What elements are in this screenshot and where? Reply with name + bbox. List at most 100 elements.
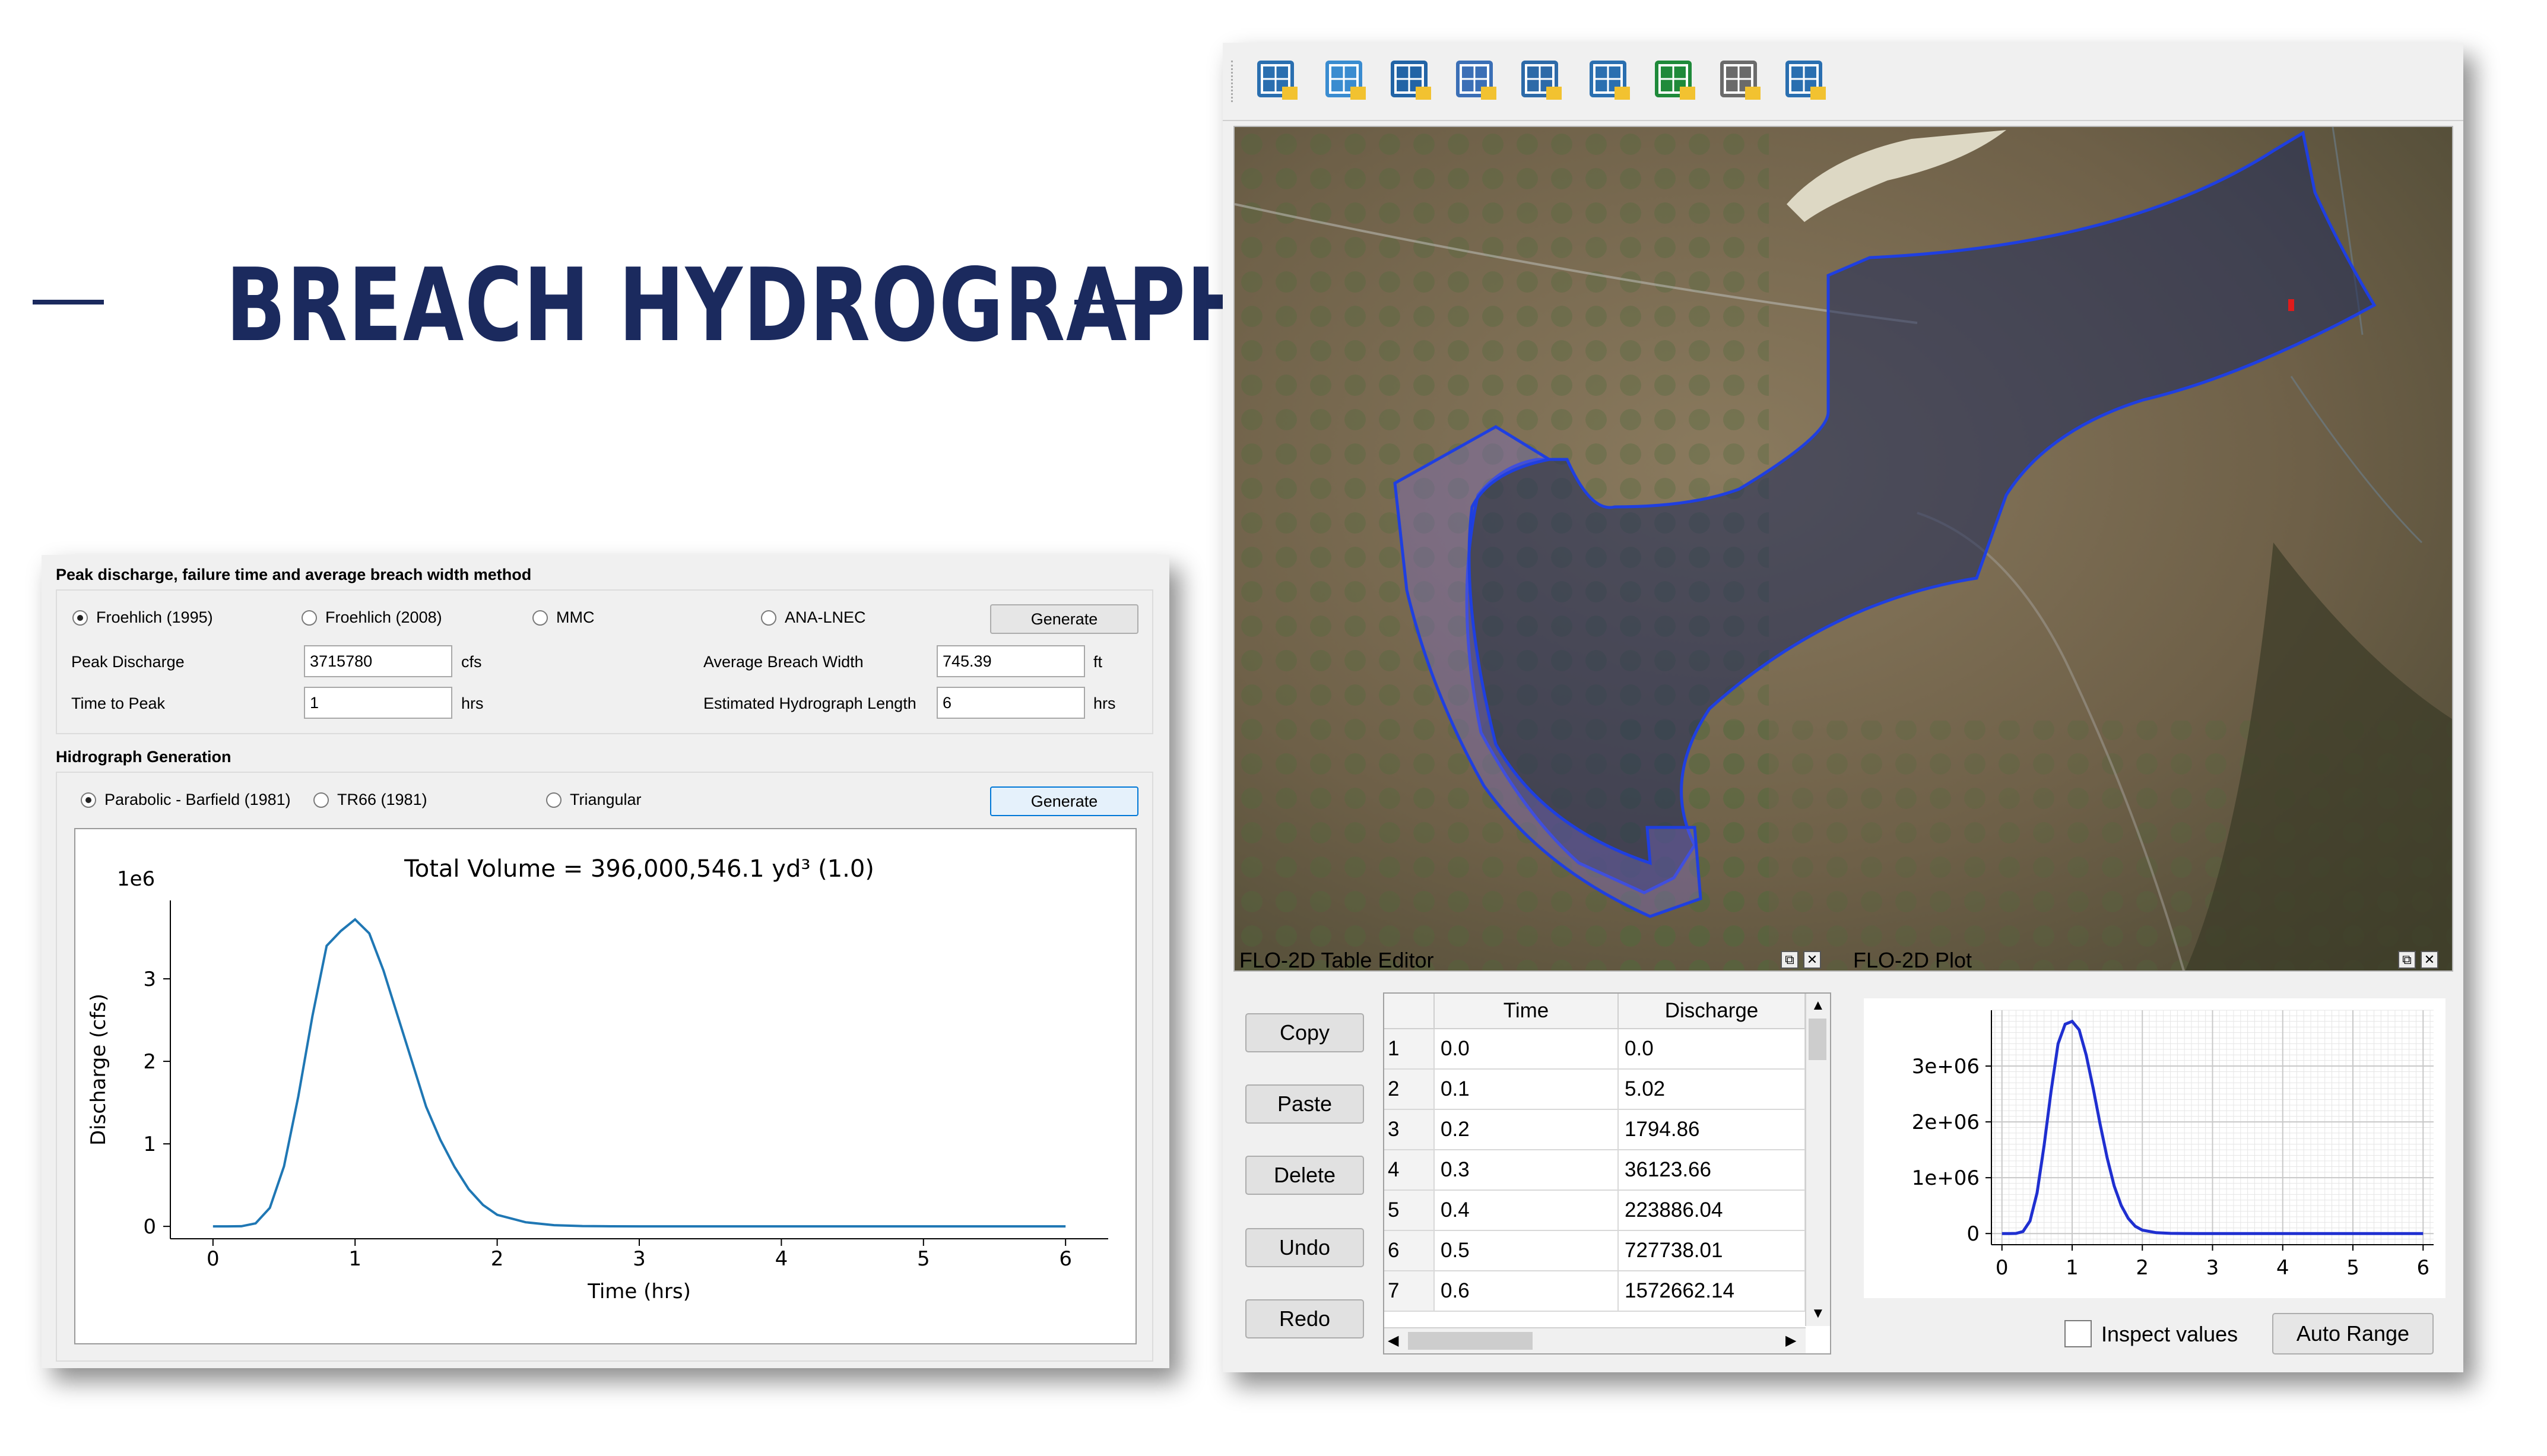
row-number: 4	[1384, 1150, 1435, 1191]
row-number: 6	[1384, 1231, 1435, 1271]
paste-button[interactable]: Paste	[1245, 1084, 1364, 1124]
y-tick-label: 2	[143, 1050, 156, 1074]
x-tick-label: 6	[2416, 1256, 2429, 1280]
time-cell[interactable]: 0.4	[1435, 1191, 1619, 1231]
time-cell[interactable]: 0.2	[1435, 1110, 1619, 1150]
radio-label: ANA-LNEC	[785, 608, 866, 626]
satellite-map-canvas[interactable]	[1233, 126, 2453, 972]
close-panel-icon[interactable]: ✕	[1803, 951, 1821, 969]
discharge-cell[interactable]: 36123.66	[1619, 1150, 1806, 1191]
table-row[interactable]: 1 0.0 0.0	[1384, 1029, 1806, 1070]
radio-label: TR66 (1981)	[337, 791, 427, 808]
table-row[interactable]: 6 0.5 727738.01	[1384, 1231, 1806, 1271]
table-editor-title: FLO-2D Table Editor	[1239, 948, 1434, 972]
y-tick-label: 2e+06	[1912, 1111, 1980, 1134]
row-number: 1	[1384, 1029, 1435, 1070]
toolbar-grip[interactable]	[1231, 61, 1239, 102]
grid-table-icon[interactable]	[1451, 55, 1502, 106]
qgis-window: FLO-2D Table Editor ⧉ ✕ Copy Paste Delet…	[1223, 43, 2463, 1372]
generate-hydrograph-button[interactable]: Generate	[990, 786, 1138, 816]
inspect-values-checkbox[interactable]	[2064, 1320, 2092, 1347]
breach-location-marker	[2288, 299, 2294, 311]
float-panel-icon[interactable]: ⧉	[2398, 951, 2416, 969]
row-number: 3	[1384, 1110, 1435, 1150]
flo2d-grid-icon[interactable]	[1252, 55, 1303, 106]
x-tick-label: 5	[2346, 1256, 2359, 1280]
scroll-down-arrow-icon[interactable]: ▼	[1811, 1305, 1825, 1322]
auto-range-button[interactable]: Auto Range	[2272, 1313, 2434, 1355]
time-cell[interactable]: 0.6	[1435, 1271, 1619, 1312]
radio-dot	[302, 610, 317, 626]
time-cell[interactable]: 0.5	[1435, 1231, 1619, 1271]
discharge-cell[interactable]: 5.02	[1619, 1070, 1806, 1110]
x-tick-label: 0	[1996, 1256, 2009, 1280]
x-tick-label: 5	[917, 1247, 930, 1271]
y-tick-label: 0	[1966, 1222, 1980, 1246]
est-hydro-length-input[interactable]: 6	[937, 687, 1085, 719]
vertical-scrollbar[interactable]: ▲ ▼	[1805, 994, 1830, 1326]
x-tick-label: 3	[633, 1247, 646, 1271]
table-row[interactable]: 4 0.3 36123.66	[1384, 1150, 1806, 1191]
discharge-cell[interactable]: 727738.01	[1619, 1231, 1806, 1271]
scroll-left-arrow-icon[interactable]: ◀	[1388, 1332, 1398, 1349]
radio-ana-lnec[interactable]: ANA-LNEC	[761, 608, 866, 627]
banner-title: BREACH HYDROGRAPH TOOL	[226, 247, 1523, 364]
flo2d-toolbar	[1223, 43, 2463, 121]
table-row[interactable]: 7 0.6 1572662.14	[1384, 1271, 1806, 1312]
scroll-up-arrow-icon[interactable]: ▲	[1811, 997, 1825, 1014]
x-tick-label: 1	[2066, 1256, 2079, 1280]
radio-tr66[interactable]: TR66 (1981)	[313, 791, 427, 809]
discharge-cell[interactable]: 223886.04	[1619, 1191, 1806, 1231]
profile-flag-icon[interactable]	[1650, 55, 1701, 106]
redo-button[interactable]: Redo	[1245, 1299, 1364, 1338]
close-panel-icon[interactable]: ✕	[2421, 951, 2438, 969]
flo2d-plot-area[interactable]: 0 1 2 3 4 5 6 0 1e+06 2e+06 3e+06	[1864, 998, 2445, 1298]
column-header-discharge[interactable]: Discharge	[1619, 994, 1806, 1029]
x-tick-label: 0	[207, 1247, 220, 1271]
copy-button[interactable]: Copy	[1245, 1013, 1364, 1052]
undo-button[interactable]: Undo	[1245, 1228, 1364, 1267]
y-axis-label: Discharge (cfs)	[87, 994, 110, 1146]
inspect-values-label: Inspect values	[2101, 1322, 2238, 1346]
flo2d-info-icon[interactable]	[1585, 55, 1636, 106]
time-to-peak-input[interactable]: 1	[304, 687, 452, 719]
x-tick-label: 6	[1059, 1247, 1072, 1271]
flo2d-info-globe-icon[interactable]	[1517, 55, 1568, 106]
generate-peak-button[interactable]: Generate	[990, 604, 1138, 634]
radio-froehlich-1995[interactable]: Froehlich (1995)	[72, 608, 213, 627]
time-to-peak-label: Time to Peak	[71, 694, 166, 712]
scroll-right-arrow-icon[interactable]: ▶	[1785, 1332, 1796, 1349]
time-cell[interactable]: 0.3	[1435, 1150, 1619, 1191]
delete-button[interactable]: Delete	[1245, 1156, 1364, 1195]
time-cell[interactable]: 0.1	[1435, 1070, 1619, 1110]
horizontal-scrollbar[interactable]: ◀ ▶	[1384, 1327, 1806, 1353]
row-number: 7	[1384, 1271, 1435, 1312]
flo2d-help-icon[interactable]	[1781, 55, 1832, 106]
table-row[interactable]: 3 0.2 1794.86	[1384, 1110, 1806, 1150]
radio-froehlich-2008[interactable]: Froehlich (2008)	[302, 608, 442, 627]
scroll-thumb-h[interactable]	[1408, 1332, 1533, 1350]
radio-triangular[interactable]: Triangular	[546, 791, 642, 809]
discharge-cell[interactable]: 0.0	[1619, 1029, 1806, 1070]
column-header-time[interactable]: Time	[1435, 994, 1619, 1029]
time-cell[interactable]: 0.0	[1435, 1029, 1619, 1070]
table-row[interactable]: 2 0.1 5.02	[1384, 1070, 1806, 1110]
peak-discharge-input[interactable]: 3715780	[304, 645, 452, 677]
avg-breach-width-input[interactable]: 745.39	[937, 645, 1085, 677]
float-panel-icon[interactable]: ⧉	[1781, 951, 1799, 969]
flo2d-connect-icon[interactable]	[1321, 55, 1372, 106]
discharge-cell[interactable]: 1572662.14	[1619, 1271, 1806, 1312]
plot-panel-title: FLO-2D Plot	[1853, 948, 1972, 972]
flo2d-globe-icon[interactable]	[1386, 55, 1437, 106]
scroll-thumb[interactable]	[1809, 1019, 1826, 1060]
section-title-hydrograph: Hidrograph Generation	[56, 748, 231, 766]
radio-parabolic-barfield[interactable]: Parabolic - Barfield (1981)	[81, 791, 291, 809]
time-to-peak-unit: hrs	[461, 694, 484, 712]
hydrograph-table[interactable]: Time Discharge 1 0.0 0.0 2 0.1 5.02 3 0.2 1794.8…	[1383, 992, 1831, 1355]
flo2d-plot-chart: 0 1 2 3 4 5 6 0 1e+06 2e+06 3e+06	[1912, 1010, 2434, 1280]
report-icon[interactable]	[1715, 55, 1766, 106]
y-tick-label: 1	[143, 1133, 156, 1156]
discharge-cell[interactable]: 1794.86	[1619, 1110, 1806, 1150]
table-row[interactable]: 5 0.4 223886.04	[1384, 1191, 1806, 1231]
radio-mmc[interactable]: MMC	[532, 608, 594, 627]
